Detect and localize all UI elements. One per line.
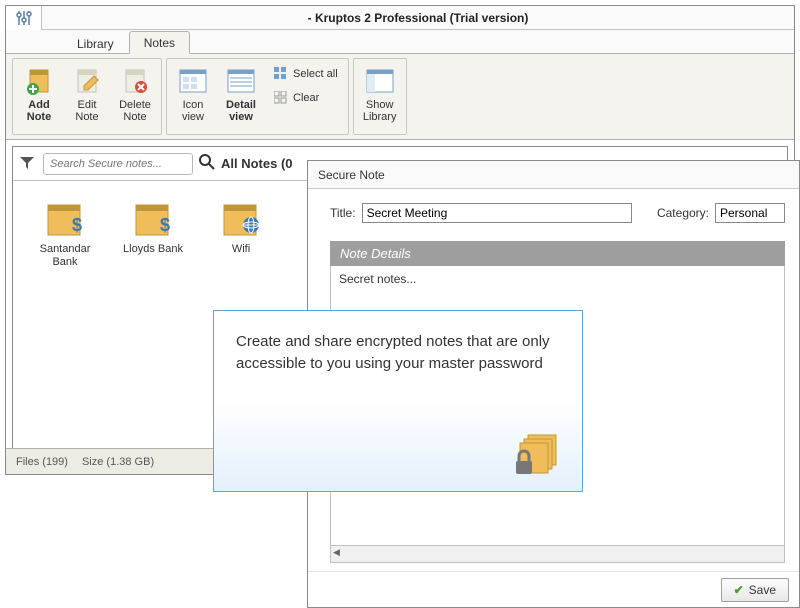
svg-text:$: $ [72, 215, 82, 235]
check-icon: ✔ [734, 583, 744, 597]
detail-view-label: Detail view [219, 99, 263, 123]
icon-view-label: Icon view [171, 99, 215, 123]
note-item-label: Wifi [232, 243, 250, 256]
title-input[interactable] [362, 203, 632, 223]
title-row: Title: Category: [330, 203, 785, 223]
note-details-text: Secret notes... [339, 272, 416, 286]
detail-view-icon [225, 65, 257, 97]
titlebar: - Kruptos 2 Professional (Trial version) [6, 6, 794, 30]
search-input[interactable] [43, 153, 193, 175]
tooltip-text: Create and share encrypted notes that ar… [236, 331, 560, 375]
select-all-label: Select all [293, 68, 338, 80]
show-library-icon [364, 65, 396, 97]
detail-view-button[interactable]: Detail view [217, 61, 265, 132]
note-item-wifi[interactable]: Wifi [211, 199, 271, 269]
save-label: Save [749, 583, 776, 597]
encrypted-notes-icon [514, 433, 564, 477]
tab-notes[interactable]: Notes [129, 31, 190, 54]
dialog-title: Secure Note [308, 161, 799, 189]
ribbon-group-library: Show Library [353, 58, 407, 135]
edit-note-label: Edit Note [65, 99, 109, 123]
filter-icon[interactable] [19, 155, 37, 173]
note-item-label: Lloyds Bank [123, 243, 183, 256]
app-settings-icon[interactable] [6, 6, 42, 30]
edit-note-button[interactable]: Edit Note [63, 61, 111, 132]
add-note-label: Add Note [17, 99, 61, 123]
all-notes-heading: All Notes (0 [221, 156, 293, 171]
clear-button[interactable]: Clear [269, 87, 342, 109]
feature-tooltip: Create and share encrypted notes that ar… [213, 310, 583, 492]
svg-text:$: $ [160, 215, 170, 235]
note-item-santandar[interactable]: $ Santandar Bank [35, 199, 95, 269]
icon-view-icon [177, 65, 209, 97]
ribbon-group-view: Icon view Detail view [166, 58, 349, 135]
category-label: Category: [657, 206, 709, 220]
title-label: Title: [330, 206, 356, 220]
add-note-icon [23, 65, 55, 97]
status-size: Size (1.38 GB) [82, 456, 154, 468]
window-title: - Kruptos 2 Professional (Trial version) [42, 11, 794, 25]
select-all-button[interactable]: Select all [269, 63, 342, 85]
ribbon: Add Note Edit Note [6, 54, 794, 140]
delete-note-icon [119, 65, 151, 97]
icon-view-button[interactable]: Icon view [169, 61, 217, 132]
note-dollar-icon: $ [132, 199, 174, 239]
dialog-footer: ✔ Save [308, 571, 799, 607]
ribbon-select-col: Select all Clear [265, 61, 346, 132]
save-button[interactable]: ✔ Save [721, 578, 789, 602]
note-dollar-icon: $ [44, 199, 86, 239]
category-select[interactable] [715, 203, 785, 223]
add-note-button[interactable]: Add Note [15, 61, 63, 132]
show-library-label: Show Library [358, 99, 402, 123]
delete-note-label: Delete Note [113, 99, 157, 123]
search-magnify-icon[interactable] [199, 154, 215, 173]
ribbon-group-notes: Add Note Edit Note [12, 58, 162, 135]
tab-library[interactable]: Library [62, 32, 129, 54]
note-item-lloyds[interactable]: $ Lloyds Bank [123, 199, 183, 269]
edit-note-icon [71, 65, 103, 97]
note-details-header: Note Details [330, 241, 785, 266]
note-item-label: Santandar Bank [35, 243, 95, 269]
tabs: Library Notes [6, 30, 794, 54]
delete-note-button[interactable]: Delete Note [111, 61, 159, 132]
clear-icon [273, 90, 289, 106]
horizontal-scrollbar[interactable] [330, 546, 785, 563]
select-all-icon [273, 66, 289, 82]
note-globe-icon [220, 199, 262, 239]
show-library-button[interactable]: Show Library [356, 61, 404, 132]
clear-label: Clear [293, 92, 319, 104]
status-files: Files (199) [16, 456, 68, 468]
